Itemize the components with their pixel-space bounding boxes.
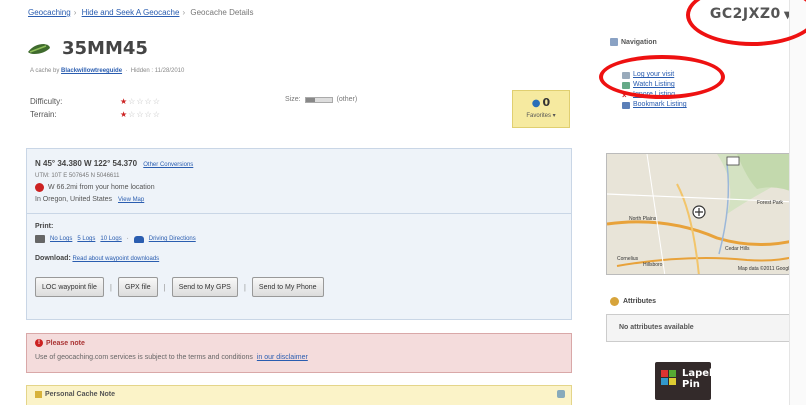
owner-link[interactable]: Blackwillowtreeguide [61, 68, 122, 74]
print-links: No Logs 5 Logs 10 Logs · Driving Directi… [35, 235, 196, 243]
map-label-cornelius: Cornelius [617, 256, 639, 262]
waypoint-downloads-link[interactable]: Read about waypoint downloads [72, 256, 159, 262]
cache-byline: A cache by Blackwillowtreeguide · Hidden… [30, 68, 185, 74]
notice-text: Use of geocaching.com services is subjec… [35, 354, 308, 361]
attributes-icon [610, 297, 619, 306]
hidden-date: Hidden : 11/28/2010 [130, 68, 185, 74]
send-to-gps-button[interactable]: Send to My GPS [171, 277, 238, 297]
logo-square-red [661, 370, 668, 377]
print-no-logs[interactable]: No Logs [50, 236, 72, 242]
difficulty-stars: ★☆☆☆☆ [120, 97, 161, 106]
download-row: Download: Read about waypoint downloads [35, 255, 159, 262]
navigation-icon [610, 38, 618, 46]
map-label-hillsboro: Hillsboro [643, 262, 663, 268]
utm-coordinates: UTM: 10T E 507645 N 5046611 [35, 173, 120, 179]
navigation-title: Navigation [610, 38, 657, 46]
send-to-phone-button[interactable]: Send to My Phone [251, 277, 324, 297]
size-word: (other) [336, 96, 358, 103]
print-label: Print: [35, 223, 54, 230]
byline-prefix: A cache by [30, 68, 60, 74]
coordinates: N 45° 34.380 W 122° 54.370 Other Convers… [35, 159, 194, 168]
disclaimer-notice: ! Please note Use of geocaching.com serv… [26, 333, 572, 373]
pencil-icon [35, 391, 42, 398]
map-label-north-plains: North Plains [629, 216, 657, 222]
download-buttons: LOC waypoint file | GPX file | Send to M… [35, 277, 324, 297]
map-attribution: Map data ©2011 Google [737, 266, 792, 272]
compass-icon [35, 183, 44, 192]
breadcrumb: Geocaching › Hide and Seek A Geocache › Ge… [28, 8, 254, 17]
loc-waypoint-button[interactable]: LOC waypoint file [35, 277, 104, 297]
favorites-box[interactable]: ● 0 Favorites ▾ [512, 90, 570, 128]
gpx-file-button[interactable]: GPX file [117, 277, 158, 297]
print-5-logs[interactable]: 5 Logs [77, 236, 95, 242]
breadcrumb-hide-and-seek[interactable]: Hide and Seek A Geocache [82, 8, 180, 17]
difficulty-label: Difficulty: [30, 97, 63, 106]
size-label: Size: [285, 96, 301, 103]
difficulty-terrain: Difficulty: ★☆☆☆☆ Terrain: ★☆☆☆☆ [30, 95, 161, 121]
map-thumbnail[interactable]: North Plains Forest Park Cornelius Cedar… [606, 153, 796, 275]
map-label-forest-park: Forest Park [757, 200, 783, 206]
personal-cache-note[interactable]: Personal Cache Note [26, 385, 572, 405]
bookmark-listing-link[interactable]: Bookmark Listing [622, 100, 687, 110]
cache-name: 35MM45 [62, 38, 148, 59]
printer-icon [35, 235, 45, 243]
cache-title: 35MM45 [26, 38, 148, 59]
warning-icon: ! [35, 339, 43, 347]
logo-square-green [669, 370, 676, 377]
driving-directions-link[interactable]: Driving Directions [149, 236, 196, 242]
notice-title: ! Please note [35, 339, 85, 347]
map-label-cedar-hills: Cedar Hills [725, 246, 750, 252]
cache-size: Size: (other) [285, 96, 357, 103]
terrain-stars: ★☆☆☆☆ [120, 110, 161, 119]
panel-divider [27, 213, 571, 214]
size-bar [304, 96, 333, 103]
view-map-link[interactable]: View Map [118, 197, 144, 203]
breadcrumb-geocaching[interactable]: Geocaching [28, 8, 71, 17]
car-icon [133, 235, 144, 243]
cache-location: In Oregon, United States View Map [35, 196, 145, 203]
ribbon-icon: ● [531, 98, 541, 109]
highlight-ellipse-gc-code [686, 0, 806, 46]
bookmark-icon [622, 101, 630, 109]
scrollbar[interactable] [789, 0, 806, 405]
download-label: Download: [35, 255, 71, 262]
location-panel: N 45° 34.380 W 122° 54.370 Other Convers… [26, 148, 572, 320]
other-conversions-link[interactable]: Other Conversions [143, 162, 193, 168]
print-10-logs[interactable]: 10 Logs [100, 236, 121, 242]
attributes-box: No attributes available [606, 314, 796, 342]
logo-square-yellow [669, 378, 676, 385]
highlight-ellipse-log-visit [599, 55, 725, 99]
help-icon[interactable] [557, 390, 565, 398]
favorites-count: ● 0 [531, 96, 551, 109]
personal-note-title: Personal Cache Note [35, 391, 115, 398]
favorites-label: Favorites ▾ [526, 113, 556, 119]
distance-from-home: W 66.2mi from your home location [35, 183, 155, 192]
attributes-title: Attributes [610, 297, 656, 306]
cache-type-icon [28, 43, 50, 54]
lapel-pin-text: Lapel Pin [682, 368, 713, 390]
lapel-pin-promo[interactable]: Lapel Pin [655, 362, 713, 400]
disclaimer-link[interactable]: in our disclaimer [257, 354, 308, 361]
logo-square-blue [661, 378, 668, 385]
breadcrumb-current: Geocache Details [190, 8, 254, 17]
terrain-label: Terrain: [30, 110, 57, 119]
map-graphic: North Plains Forest Park Cornelius Cedar… [607, 154, 795, 274]
no-attributes-text: No attributes available [619, 324, 694, 331]
